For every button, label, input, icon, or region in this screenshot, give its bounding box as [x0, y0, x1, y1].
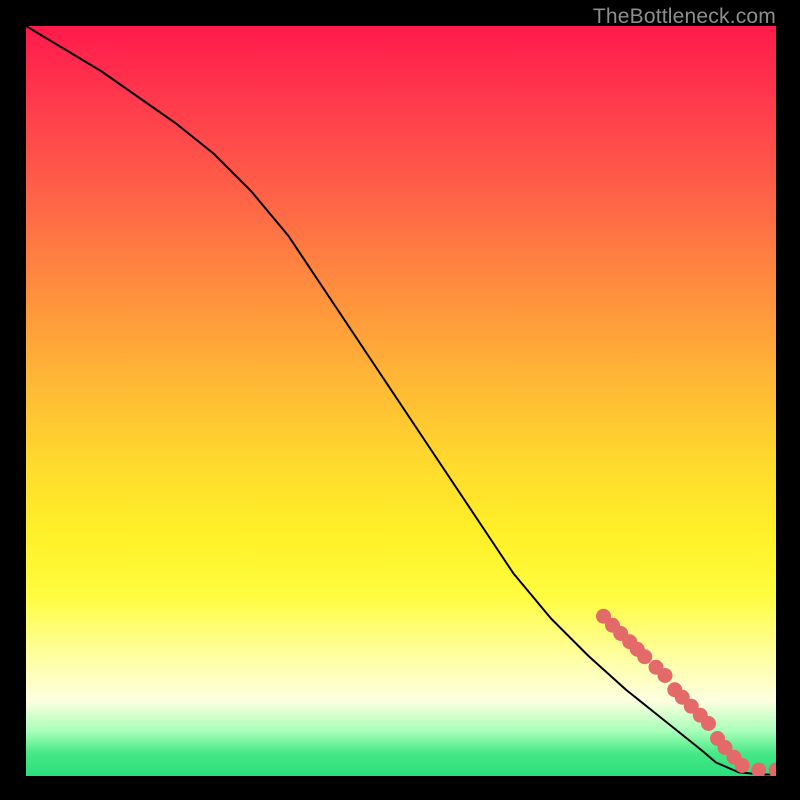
- plot-area: [26, 26, 776, 776]
- chart-stage: TheBottleneck.com: [0, 0, 800, 800]
- heat-gradient-background: [26, 26, 776, 776]
